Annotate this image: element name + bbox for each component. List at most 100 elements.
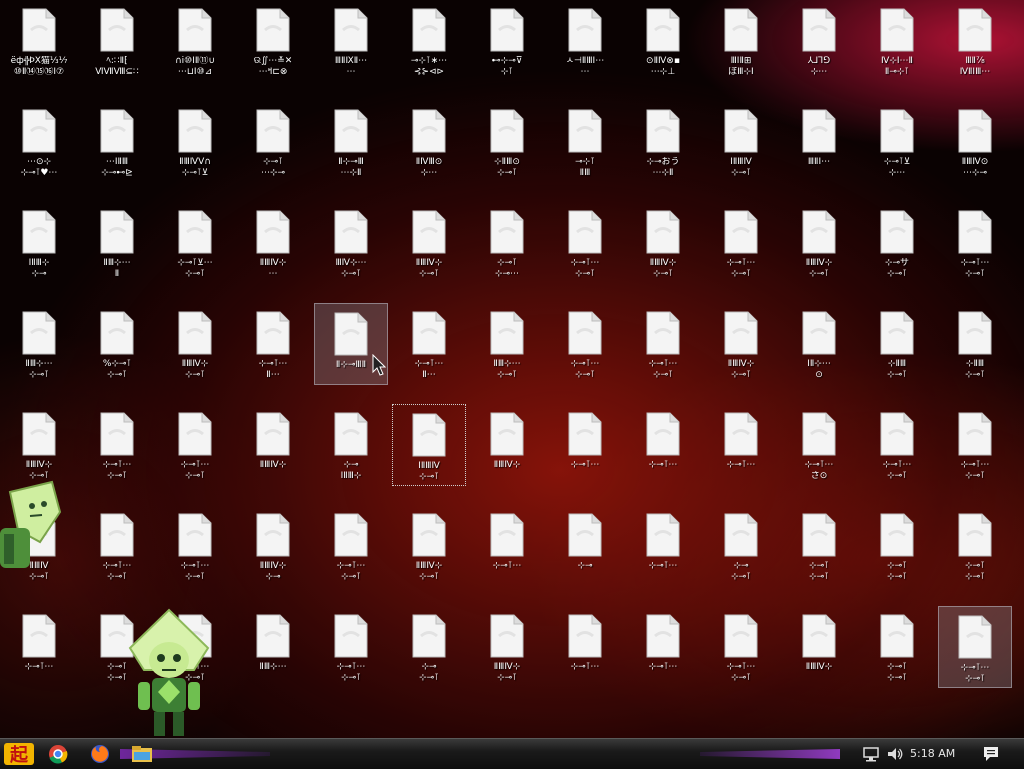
action-center-icon[interactable] <box>982 745 1000 763</box>
desktop-file-icon[interactable]: ⊹⊸⊺⋯ Ⅱ⋯ <box>392 303 466 385</box>
desktop-file-icon[interactable]: ⊹⊸⊺ ⊹⊸⊺ <box>782 505 856 587</box>
desktop-file-icon[interactable]: ⅡⅢⅣ⊹ <box>782 606 856 688</box>
desktop-file-icon[interactable]: ⊹⊸⊺ ⊹⊸⊺ <box>860 505 934 587</box>
desktop-file-icon[interactable]: ⊹⊸⊺⋯⊹⊸⊺ <box>548 303 622 385</box>
desktop-file-icon[interactable]: ⊹⊸⊺⋯⊹⊸⊺ <box>314 505 388 587</box>
desktop-file-icon[interactable]: ⋯⊙⊹ ⊹⊸⊺♥⋯ <box>2 101 76 183</box>
desktop-file-icon[interactable]: ⊹⊸⊺⋯ さ⊙ <box>782 404 856 486</box>
desktop-file-icon[interactable]: ⊹ⅡⅢ ⊹⊸⊺ <box>860 303 934 385</box>
desktop-file-label: ⅡⅣⅢ⊙ ⊹⋯ <box>392 157 466 179</box>
network-icon[interactable] <box>862 745 880 763</box>
start-logo-icon[interactable]: 起 <box>2 740 36 768</box>
desktop-file-icon[interactable]: ⊹⊸⊺⊻⋯ ⊹⊸⊺ <box>158 202 232 284</box>
desktop-file-icon[interactable]: ⊹⊸⊺⋯⊹⊸⊺ <box>80 505 154 587</box>
desktop-file-icon[interactable]: ⅠⅡⅢ⊹ ⊹⊸ <box>2 202 76 284</box>
chrome-icon[interactable] <box>44 742 72 766</box>
desktop-file-icon[interactable]: ⅡⅢⅣ⊹ ⊹⊸⊺ <box>392 202 466 284</box>
desktop-file-icon[interactable]: ⊹⊸⊺⋯⊹⊸⊺ <box>938 606 1012 688</box>
file-label-line: ⅡⅢⅣ⊹ <box>493 460 521 470</box>
desktop-file-icon[interactable]: ⅡⅢⅣ⊹ <box>236 404 310 486</box>
desktop-file-icon[interactable]: ⅡⅢ⊹⋯ Ⅱ <box>80 202 154 284</box>
desktop-file-icon[interactable]: ⊹⊸⊺⊻ ⊹⋯ <box>860 101 934 183</box>
desktop-file-icon[interactable]: ⊹⊸⊺⋯⊹⊸⊺ <box>158 505 232 587</box>
desktop-file-icon[interactable]: ⊹⊸ ⊹⊸⊺ <box>392 606 466 688</box>
desktop-file-icon[interactable]: ⊹⊸⊺ ⊹⊸⊺ <box>860 606 934 688</box>
desktop-file-icon[interactable]: ⊹⊸⊺⋯ <box>626 606 700 688</box>
desktop-file-icon[interactable]: ⅢⅡⅨⅡ⋯ ⋯ <box>314 0 388 82</box>
desktop-file-icon[interactable]: ⊹⊸⊺⋯ <box>626 505 700 587</box>
desktop-file-icon[interactable]: ⅠⅡⅢⅣ ⊹⊸⊺ <box>392 404 466 486</box>
desktop-file-icon[interactable]: ⊹⊸⊺⋯ <box>548 606 622 688</box>
desktop-file-icon[interactable]: ଉ∬⋯≚✕ ⋯ߞ⊏⊗ <box>236 0 310 82</box>
taskbar-clock[interactable]: 5:18 AM <box>910 747 955 760</box>
desktop-file-icon[interactable]: ⅢⅠⅡ⊞ ぼⅢ⊹Ⅰ <box>704 0 778 82</box>
desktop-file-icon[interactable]: ⅠⅡ⊹⋯ ⊙ <box>782 303 856 385</box>
desktop-file-icon[interactable]: ⊹⊸サ ⊹⊸⊺ <box>860 202 934 284</box>
desktop-file-icon[interactable]: ёф╬ÞⅩ猫⅓⅐ ⑩Ⅱ⑭⑮⑯Ⅰ⑦ <box>2 0 76 82</box>
desktop-file-icon[interactable]: ⊹ⅡⅢ⊙ ⊹⊸⊺ <box>470 101 544 183</box>
desktop-file-icon[interactable]: ⊹⊸⊺⋯⊹⊸⊺ <box>860 404 934 486</box>
desktop-file-icon[interactable]: ⅡⅢⅣⅤ∩ ⊹⊸⊺⊻ <box>158 101 232 183</box>
desktop-file-icon[interactable]: ⊹⊸⊺⋯⊹⊸⊺ <box>704 202 778 284</box>
desktop-file-icon[interactable]: ⅡⅢⅣ⊙ ⋯⊹⊸ <box>938 101 1012 183</box>
desktop-file-icon[interactable]: ⅢⅡ⅞ ⅣⅡⅠⅢ⋯ <box>938 0 1012 82</box>
desktop-file-icon[interactable]: ⊹⊸⊺⋯⊹⊸⊺ <box>704 606 778 688</box>
file-label-line: ⊹⊸⊺⋯ <box>570 258 600 268</box>
desktop-file-icon[interactable]: ⅡⅢ⊹⋯ <box>236 606 310 688</box>
desktop-file-icon[interactable]: ⊸⊹⊺ ⅡⅢ <box>548 101 622 183</box>
desktop-file-icon[interactable]: ⊹⊸⊺⋯⊹⊸⊺ <box>80 404 154 486</box>
desktop-file-icon[interactable]: ⅄⅃⅂⅁ ⊹⋯ <box>782 0 856 82</box>
desktop-file-icon[interactable]: ⅢⅡⅠ⋯ <box>782 101 856 183</box>
desktop-file-icon[interactable]: ⊹⊸ <box>548 505 622 587</box>
desktop-file-icon[interactable]: ﾍ:∷Ⅱ⁅ ⅥⅦⅧ⊆∷ <box>80 0 154 82</box>
desktop-file-icon[interactable]: ⊹⊸ ⅠⅡⅢ⊹ <box>314 404 388 486</box>
desktop-file-icon[interactable]: ⅡⅢⅣ⊹ ⊹⊸⊺ <box>704 303 778 385</box>
desktop-file-icon[interactable]: %⊹⊸⊺ ⊹⊸⊺ <box>80 303 154 385</box>
desktop-file-icon[interactable]: ⊹⊸⊺⋯⊹⊸⊺ <box>548 202 622 284</box>
desktop-file-icon[interactable]: ⅢⅣ⊹⋯ ⊹⊸⊺ <box>314 202 388 284</box>
desktop-file-icon[interactable]: ⊹⊸⊺⋯ <box>704 404 778 486</box>
desktop-file-icon[interactable]: ⊹⊸⊺⋯⊹⊸⊺ <box>314 606 388 688</box>
desktop-file-icon[interactable]: ⊹⊸⊺⋯ <box>470 505 544 587</box>
file-label-line: ⊹⊸⊺⋯ <box>960 460 990 470</box>
desktop-file-icon[interactable]: ⊷⊹⊸⊽ ⊹⊺ <box>470 0 544 82</box>
desktop-file-icon[interactable]: ⊙ⅡⅣ⊗▪ ⋯⊹⊥ <box>626 0 700 82</box>
desktop-file-icon[interactable]: ⊹⊸⊺⋯ Ⅱ⋯ <box>236 303 310 385</box>
desktop-file-icon[interactable]: ⅡⅣⅢ⊙ ⊹⋯ <box>392 101 466 183</box>
desktop-file-icon[interactable]: ⅡⅢ⊹⋯ ⊹⊸⊺ <box>470 303 544 385</box>
desktop-file-icon[interactable]: ⅡⅢⅣ⊹ ⊹⊸⊺ <box>626 202 700 284</box>
desktop-file-icon[interactable]: ⊹⊸⊺⋯ <box>2 606 76 688</box>
desktop-file-icon[interactable]: ⊹⊸⊺⋯⊹⊸⊺ <box>158 404 232 486</box>
desktop-file-icon[interactable]: ⊹⊸⊺⋯⊹⊸⊺ <box>938 202 1012 284</box>
desktop-file-icon[interactable]: ⅡⅢ⊹⋯ ⊹⊸⊺ <box>2 303 76 385</box>
desktop-file-icon[interactable]: ⅡⅢⅣ⊹ ⊹⊸⊺ <box>158 303 232 385</box>
desktop-file-icon[interactable]: ⅡⅢⅣ⊹ ⋯ <box>236 202 310 284</box>
desktop-file-icon[interactable]: ⊹⊸おう ⋯⊹Ⅱ <box>626 101 700 183</box>
desktop-file-icon[interactable]: ㅅ⊣ⅡⅢⅠ⋯ ⋯ <box>548 0 622 82</box>
blank-file-icon <box>724 311 758 355</box>
desktop-file-icon[interactable]: ⅡⅢⅣ⊹ ⊹⊸ <box>236 505 310 587</box>
desktop-file-icon[interactable]: ⊹⊸⊺ ⋯⊹⊸ <box>236 101 310 183</box>
volume-icon[interactable] <box>886 745 904 763</box>
firefox-icon[interactable] <box>86 742 114 766</box>
desktop-file-icon[interactable]: ⊸⊹⊺∗⋯ ⊰⊱⊲⊳ <box>392 0 466 82</box>
desktop-file-icon[interactable]: Ⅳ⊹Ⅰ⋯Ⅱ Ⅱ⊸⊹⊺ <box>860 0 934 82</box>
desktop-file-icon[interactable]: ⊹⊸⊺ ⊹⊸⋯ <box>470 202 544 284</box>
desktop-file-icon[interactable]: ⋯ⅠⅡⅢ ⊹⊸⊷⊵ <box>80 101 154 183</box>
desktop-file-icon[interactable]: ⅡⅢⅣ⊹ ⊹⊸⊺ <box>470 606 544 688</box>
desktop-file-icon[interactable]: ⅡⅢⅣ⊹ ⊹⊸⊺ <box>392 505 466 587</box>
desktop-file-icon[interactable]: ⊹⊸⊺⋯ <box>548 404 622 486</box>
desktop-file-icon[interactable]: ⊹⊸⊺⋯ <box>626 404 700 486</box>
desktop-file-icon[interactable]: ⊹⊸⊺ ⊹⊸⊺ <box>938 505 1012 587</box>
desktop-file-icon[interactable]: ⅠⅡⅢⅣ ⊹⊸⊺ <box>704 101 778 183</box>
desktop-file-icon[interactable]: Ⅱ⊹⊸Ⅲ ⋯⊹Ⅱ <box>314 101 388 183</box>
desktop-file-icon[interactable]: ⊹⊸⊺⋯⊹⊸⊺ <box>938 404 1012 486</box>
file-explorer-icon[interactable] <box>128 742 156 766</box>
desktop-file-icon[interactable]: ∩ⅰ⑩ⅠⅡ⑪∪ ⋯⊔Ⅰ⑩⊿ <box>158 0 232 82</box>
desktop-file-icon[interactable]: ⊹⊸⊺⋯⊹⊸⊺ <box>626 303 700 385</box>
blank-file-icon <box>490 311 524 355</box>
desktop-file-icon[interactable]: ⅡⅢⅣ⊹ <box>470 404 544 486</box>
desktop-file-icon[interactable]: ⊹⊸ ⊹⊸⊺ <box>704 505 778 587</box>
desktop-file-icon[interactable]: ⅡⅢⅣ⊹ ⊹⊸⊺ <box>782 202 856 284</box>
desktop-file-icon[interactable]: ⊹ⅡⅢ ⊹⊸⊺ <box>938 303 1012 385</box>
